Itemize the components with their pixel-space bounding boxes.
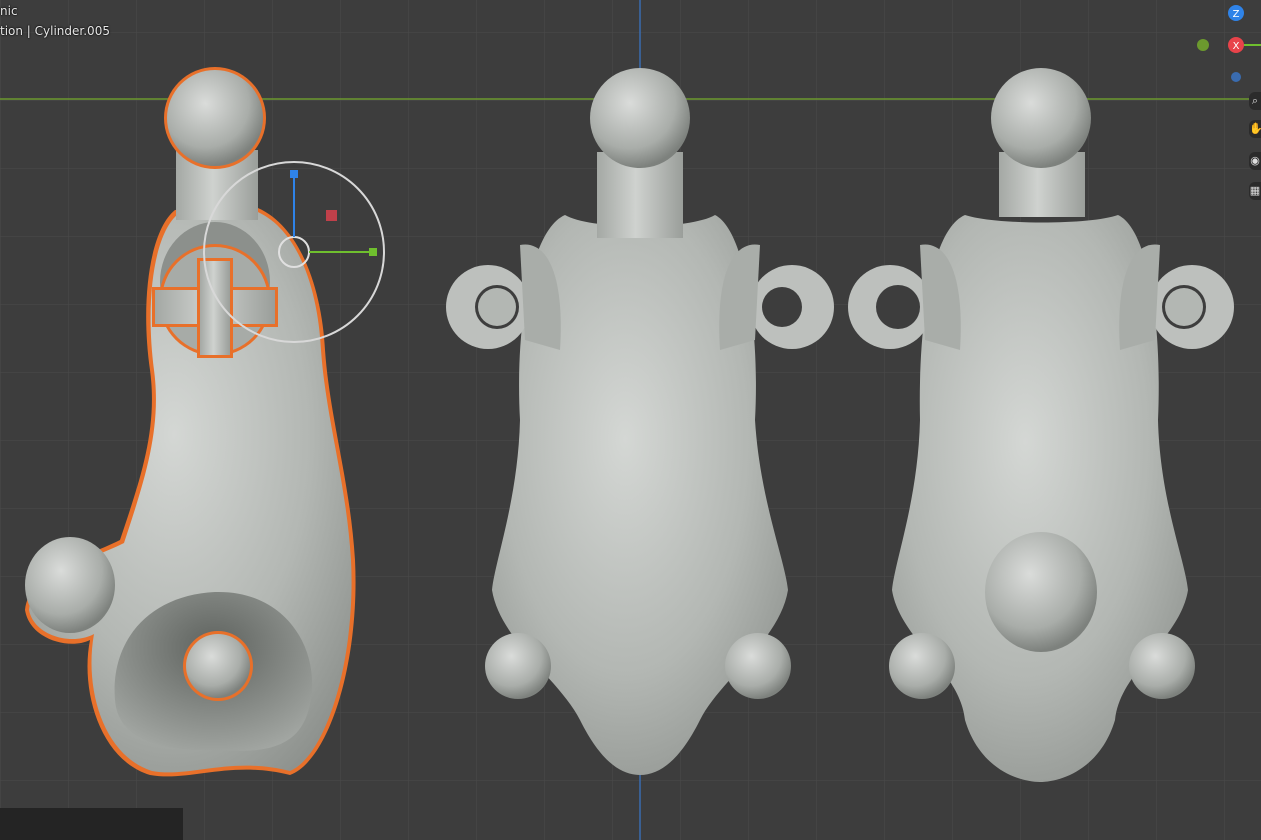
camera-icon[interactable]: ◉ [1249,152,1261,170]
zoom-icon[interactable]: ⌕ [1249,92,1261,110]
z-axis-label: Z [1233,9,1240,20]
status-strip [0,808,183,840]
3d-viewport[interactable]: Z X nic tion | Cylinder.005 ⌕ ✋ ◉ ▦ [0,0,1261,840]
x-axis-label: X [1233,41,1240,52]
neg-y-axis-handle[interactable] [1197,39,1209,51]
collection-object-label: tion | Cylinder.005 [0,24,110,38]
hand-pan-icon[interactable]: ✋ [1249,120,1261,138]
neg-z-axis-handle[interactable] [1231,72,1241,82]
viewport-scene[interactable]: Z X [0,0,1261,840]
grid-view-icon[interactable]: ▦ [1249,182,1261,200]
view-mode-label: nic [0,4,18,18]
